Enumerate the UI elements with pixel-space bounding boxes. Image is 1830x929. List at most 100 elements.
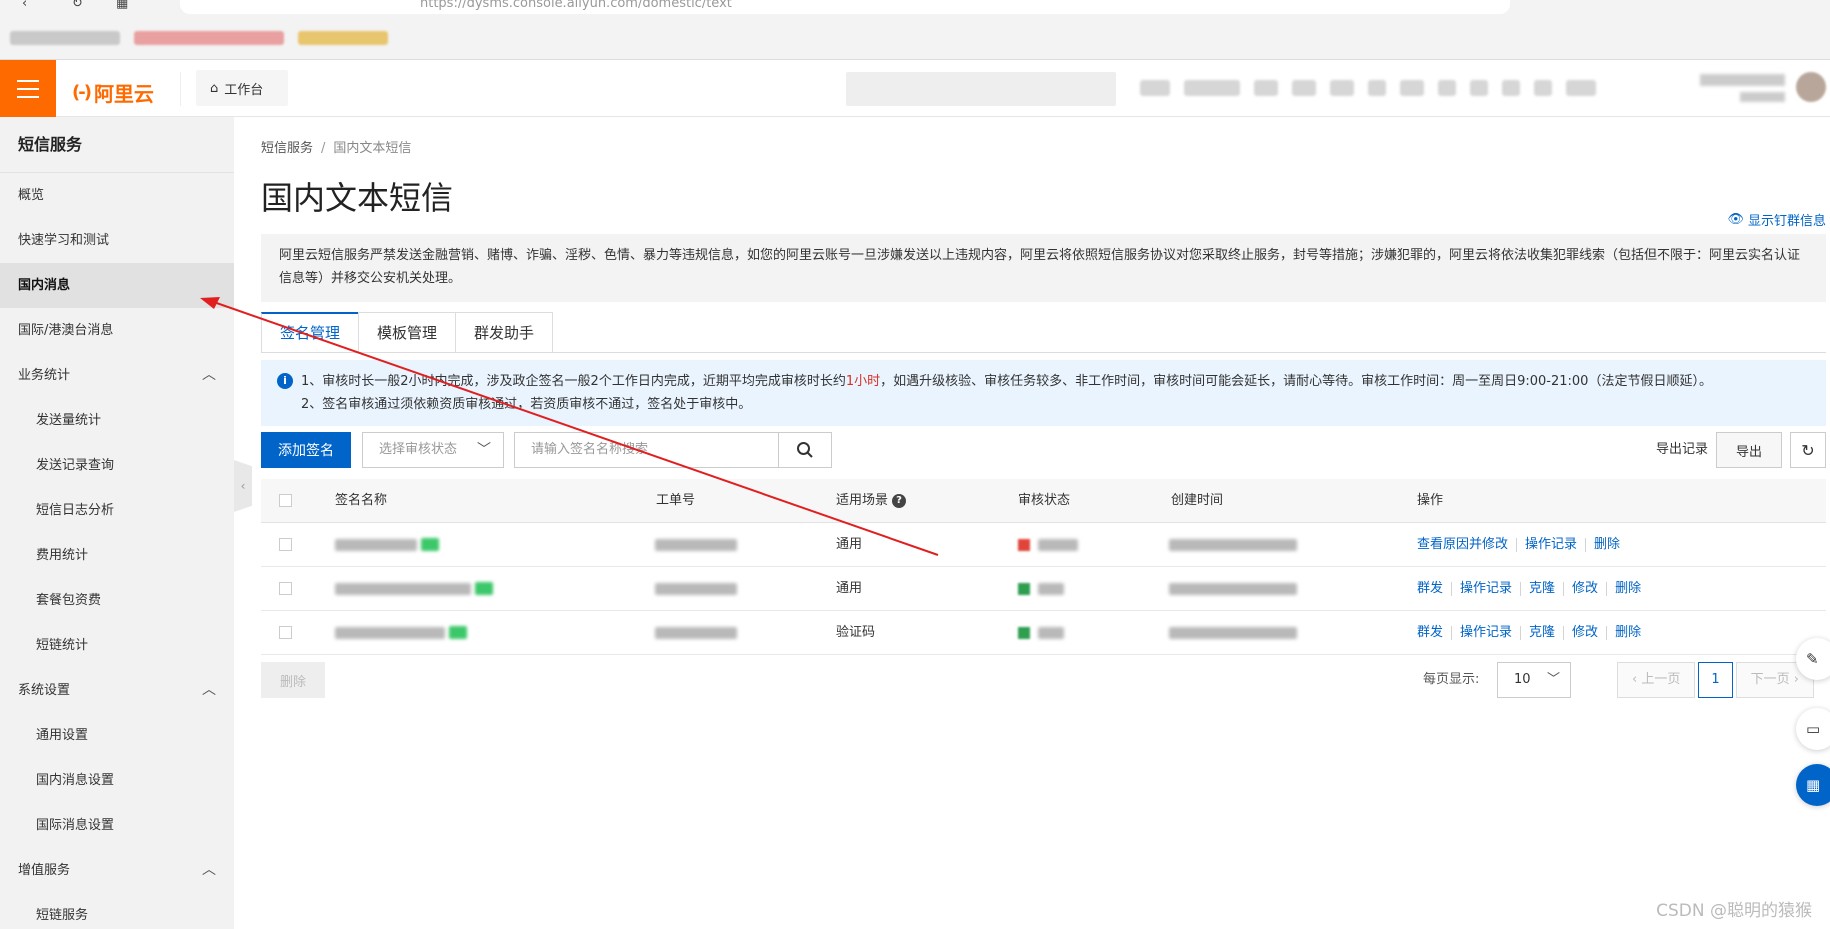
signature-name bbox=[335, 523, 440, 567]
address-bar[interactable]: https://dysms.console.aliyun.com/domesti… bbox=[180, 0, 1510, 14]
bulk-send-link[interactable]: 群发 bbox=[1417, 626, 1453, 640]
prev-page-button[interactable]: ‹ 上一页 bbox=[1617, 662, 1696, 698]
tab-signatures[interactable]: 签名管理 bbox=[261, 312, 360, 353]
bookmark-item[interactable] bbox=[134, 31, 284, 45]
bookmark-folder[interactable] bbox=[298, 31, 388, 45]
sidebar-group-settings[interactable]: 系统设置 ︿ bbox=[0, 668, 234, 713]
sidebar-item-send-volume[interactable]: 发送量统计 bbox=[0, 398, 234, 443]
sidebar-item-log-analysis[interactable]: 短信日志分析 bbox=[0, 488, 234, 533]
bookmark-item[interactable] bbox=[10, 31, 120, 45]
sidebar-item-international[interactable]: 国际/港澳台消息 bbox=[0, 308, 234, 353]
sidebar-item-quickstart[interactable]: 快速学习和测试 bbox=[0, 218, 234, 263]
logo-text: 阿里云 bbox=[93, 82, 154, 106]
add-signature-button[interactable]: 添加签名 bbox=[261, 432, 351, 468]
toolbar-icon[interactable] bbox=[1368, 80, 1386, 96]
select-placeholder: 选择审核状态 bbox=[379, 442, 458, 457]
view-reason-edit-link[interactable]: 查看原因并修改 bbox=[1417, 538, 1518, 552]
menu-icon[interactable] bbox=[0, 60, 56, 117]
tab-bulk-sender[interactable]: 群发助手 bbox=[455, 312, 554, 353]
sidebar-item-package-pricing[interactable]: 套餐包资费 bbox=[0, 578, 234, 623]
batch-delete-button[interactable]: 删除 bbox=[261, 662, 325, 698]
select-all-checkbox[interactable] bbox=[279, 494, 292, 507]
chevron-up-icon: ︿ bbox=[202, 862, 216, 878]
row-actions: 群发 操作记录 克隆 修改 删除 bbox=[1417, 611, 1649, 655]
edit-link[interactable]: 修改 bbox=[1564, 582, 1608, 596]
operation-log-link[interactable]: 操作记录 bbox=[1517, 538, 1587, 552]
signature-name bbox=[335, 567, 494, 611]
delete-link[interactable]: 删除 bbox=[1607, 582, 1649, 596]
avatar[interactable] bbox=[1796, 72, 1826, 102]
ticket-number bbox=[655, 611, 737, 655]
sidebar-item-general-settings[interactable]: 通用设置 bbox=[0, 713, 234, 758]
sidebar-item-shortlink-service[interactable]: 短链服务 bbox=[0, 893, 234, 929]
toolbar-icon[interactable] bbox=[1400, 80, 1424, 96]
toolbar-icon[interactable] bbox=[1140, 80, 1170, 96]
pagination: ‹ 上一页 1 下一页 › bbox=[1617, 662, 1814, 698]
tab-templates[interactable]: 模板管理 bbox=[358, 312, 457, 353]
bulk-send-link[interactable]: 群发 bbox=[1417, 582, 1453, 596]
row-checkbox[interactable] bbox=[279, 626, 292, 639]
sidebar-item-domestic-settings[interactable]: 国内消息设置 bbox=[0, 758, 234, 803]
user-account[interactable] bbox=[1700, 70, 1826, 108]
sidebar-group-statistics[interactable]: 业务统计 ︿ bbox=[0, 353, 234, 398]
row-checkbox[interactable] bbox=[279, 582, 292, 595]
global-search-input[interactable] bbox=[846, 72, 1116, 106]
review-status-select[interactable]: 选择审核状态 ﹀ bbox=[362, 432, 504, 468]
workbench-button[interactable]: ⌂ 工作台 bbox=[196, 70, 288, 106]
sidebar-group-value-added[interactable]: 增值服务 ︿ bbox=[0, 848, 234, 893]
export-button[interactable]: 导出 bbox=[1716, 432, 1782, 468]
toolbar-icon[interactable] bbox=[1470, 80, 1488, 96]
toolbar-icon[interactable] bbox=[1184, 80, 1240, 96]
info-text: 1、审核时长一般2小时内完成，涉及政企签名一般2个工作日内完成，近期平均完成审核… bbox=[301, 374, 846, 389]
edit-float-button[interactable]: ✎ bbox=[1796, 638, 1830, 680]
show-group-info-link[interactable]: 👁 显示钉群信息 bbox=[1727, 210, 1826, 229]
table-row: 验证码 群发 操作记录 克隆 修改 删除 bbox=[261, 611, 1826, 655]
operation-log-link[interactable]: 操作记录 bbox=[1452, 582, 1522, 596]
sidebar-item-domestic[interactable]: 国内消息 bbox=[0, 263, 234, 308]
breadcrumb-root[interactable]: 短信服务 bbox=[261, 141, 313, 156]
toolbar-icon[interactable] bbox=[1438, 80, 1456, 96]
row-checkbox[interactable] bbox=[279, 538, 292, 551]
reload-icon[interactable]: ↻ bbox=[72, 0, 86, 11]
toolbar-icon[interactable] bbox=[1330, 80, 1354, 96]
sidebar-item-send-records[interactable]: 发送记录查询 bbox=[0, 443, 234, 488]
page-number[interactable]: 1 bbox=[1698, 662, 1733, 698]
toolbar-icon[interactable] bbox=[1502, 80, 1520, 96]
back-icon[interactable]: ‹ bbox=[22, 0, 36, 11]
browser-chrome: ‹ ↻ ▦ https://dysms.console.aliyun.com/d… bbox=[0, 0, 1830, 60]
feedback-float-button[interactable]: ▭ bbox=[1796, 708, 1830, 750]
chat-icon: ▭ bbox=[1806, 720, 1821, 738]
delete-link[interactable]: 删除 bbox=[1586, 538, 1628, 552]
signature-search-input[interactable]: 请输入签名名称搜索 bbox=[514, 432, 779, 468]
search-icon bbox=[797, 442, 813, 458]
status-dot bbox=[1018, 626, 1030, 639]
status-value bbox=[1018, 611, 1064, 655]
export-records-link[interactable]: 导出记录 bbox=[1656, 432, 1708, 468]
sidebar-item-intl-settings[interactable]: 国际消息设置 bbox=[0, 803, 234, 848]
toolbar-icon[interactable] bbox=[1292, 80, 1316, 96]
sidebar-item-cost-stats[interactable]: 费用统计 bbox=[0, 533, 234, 578]
help-icon[interactable] bbox=[1534, 80, 1552, 96]
help-icon[interactable]: ? bbox=[892, 493, 907, 508]
operation-log-link[interactable]: 操作记录 bbox=[1452, 626, 1522, 640]
search-button[interactable] bbox=[778, 432, 832, 468]
toolbar-icon[interactable] bbox=[1566, 80, 1596, 96]
show-info-label: 显示钉群信息 bbox=[1747, 214, 1826, 229]
delete-link[interactable]: 删除 bbox=[1607, 626, 1649, 640]
home-icon: ⌂ bbox=[210, 80, 219, 96]
clone-link[interactable]: 克隆 bbox=[1521, 582, 1565, 596]
compliance-notice: 阿里云短信服务严禁发送金融营销、赌博、诈骗、淫秽、色情、暴力等违规信息，如您的阿… bbox=[261, 234, 1826, 302]
toolbar-icon[interactable] bbox=[1254, 80, 1278, 96]
clone-link[interactable]: 克隆 bbox=[1521, 626, 1565, 640]
aliyun-logo[interactable]: (-) 阿里云 bbox=[72, 78, 154, 107]
apps-float-button[interactable]: ▦ bbox=[1796, 764, 1830, 806]
sidebar-item-label: 费用统计 bbox=[36, 548, 89, 563]
apps-icon[interactable]: ▦ bbox=[116, 0, 130, 11]
ticket-number bbox=[655, 567, 737, 611]
page-size-select[interactable]: 10 ﹀ bbox=[1497, 662, 1571, 698]
refresh-button[interactable]: ↻ bbox=[1790, 432, 1826, 468]
edit-link[interactable]: 修改 bbox=[1564, 626, 1608, 640]
sidebar-item-shortlink-stats[interactable]: 短链统计 bbox=[0, 623, 234, 668]
sidebar-collapse-handle[interactable]: ‹ bbox=[234, 460, 252, 512]
sidebar-item-overview[interactable]: 概览 bbox=[0, 173, 234, 218]
